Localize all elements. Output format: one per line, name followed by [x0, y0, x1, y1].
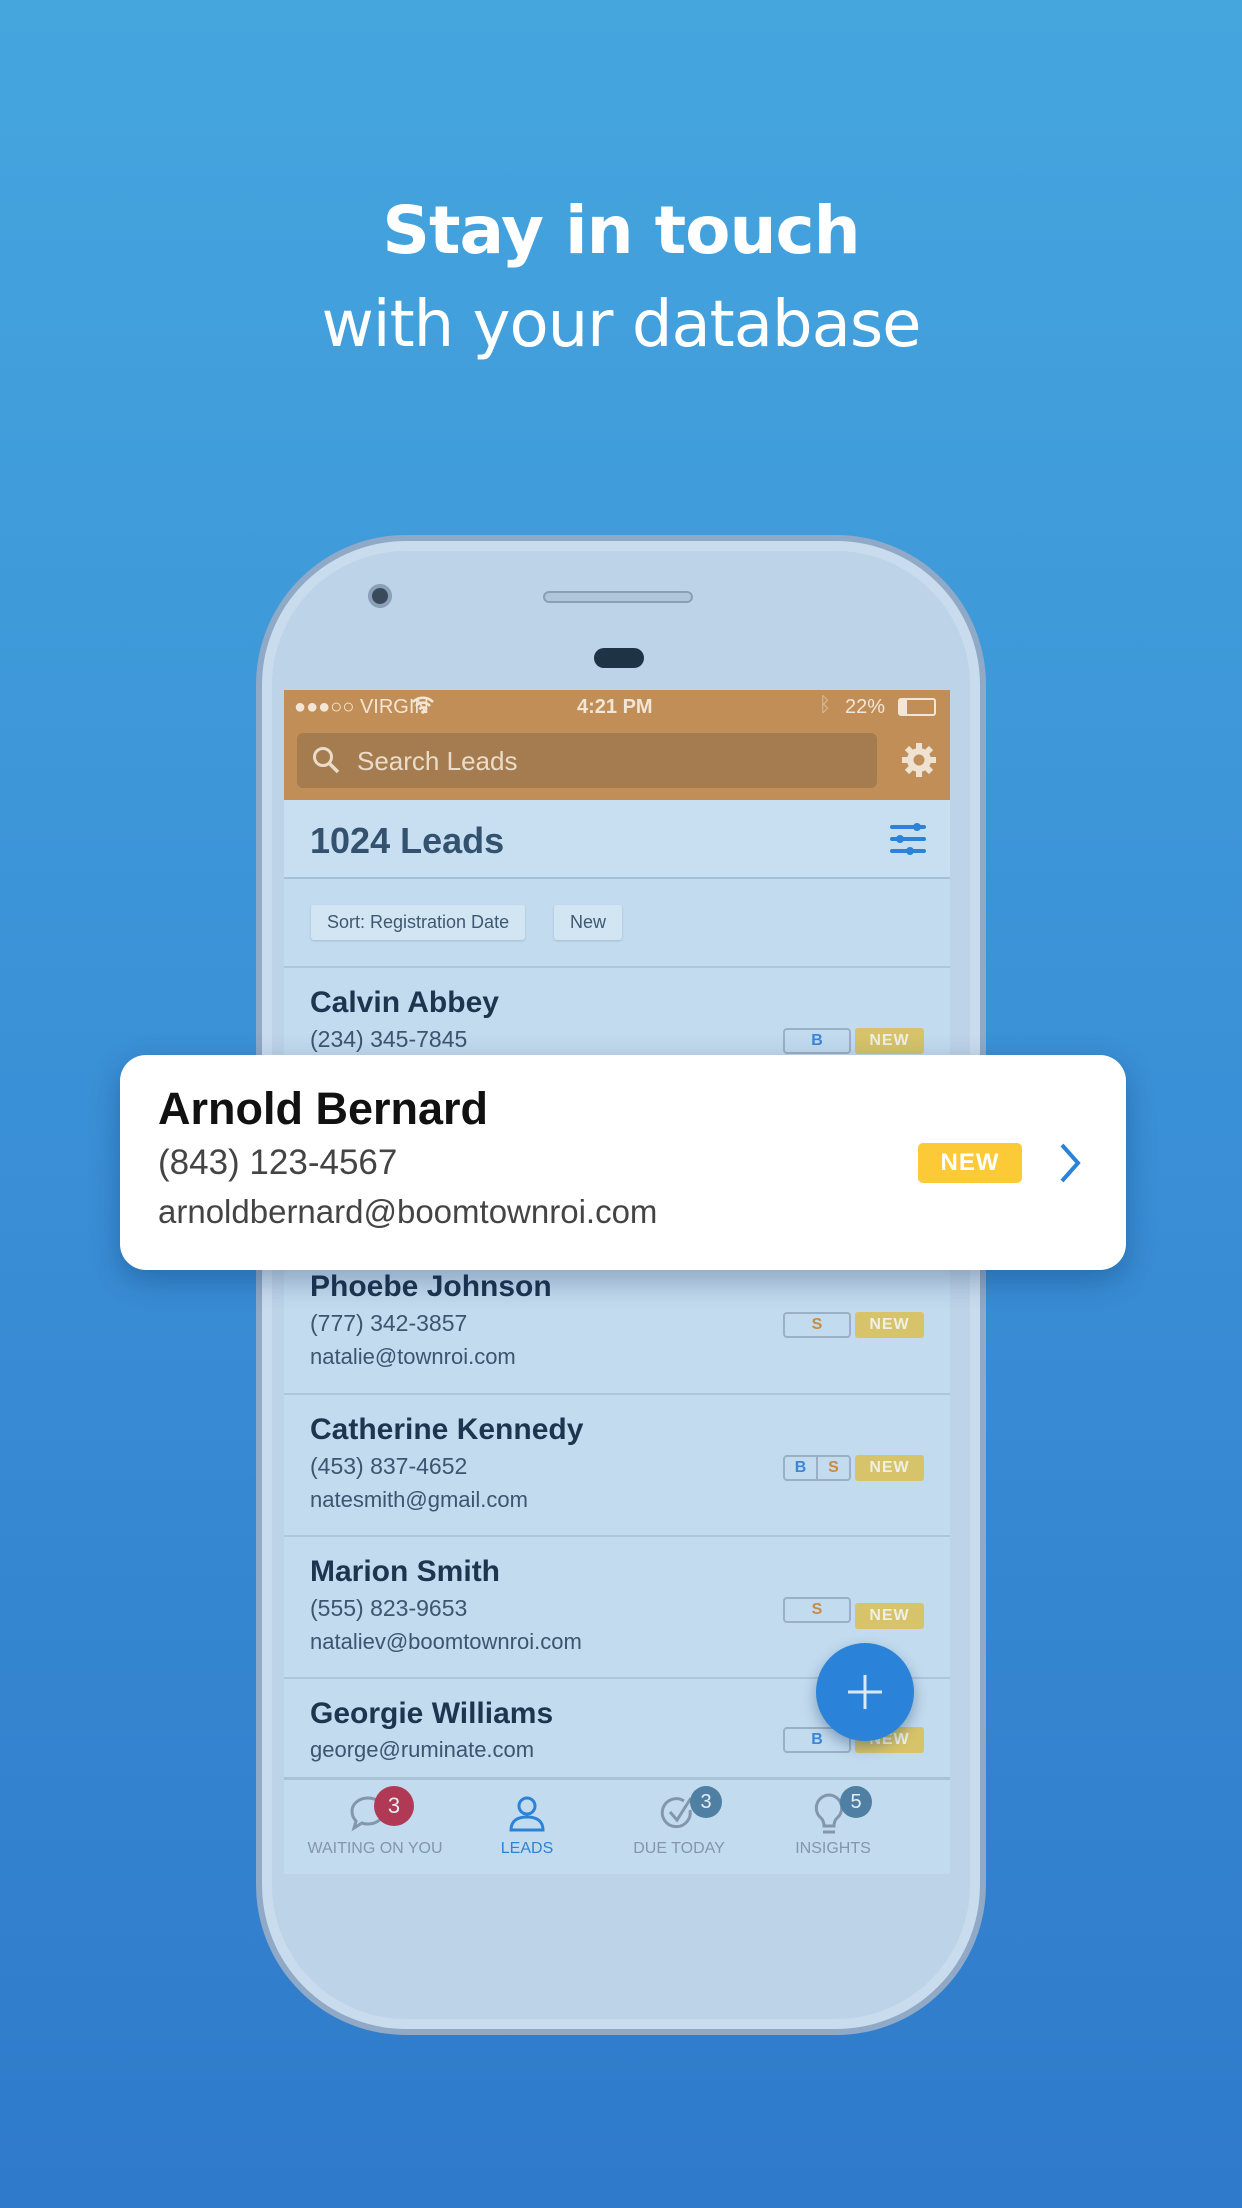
new-status-badge: NEW	[855, 1455, 924, 1481]
tab-label: INSIGHTS	[795, 1840, 871, 1857]
sort-chip[interactable]: Sort: Registration Date	[311, 905, 526, 940]
tab-label: WAITING ON YOU	[307, 1840, 443, 1857]
proximity-sensor	[594, 648, 644, 668]
tag-buyer: B	[785, 1457, 818, 1479]
search-input[interactable]: Search Leads	[297, 733, 877, 788]
lead-email: natalie@townroi.com	[310, 1344, 516, 1369]
tab-bar: 3 WAITING ON YOU LEADS 3 DUE TODAY 5 INS…	[284, 1777, 950, 1874]
card-lead-phone: (843) 123-4567	[158, 1143, 398, 1182]
wifi-icon	[412, 696, 434, 714]
due-today-badge: 3	[690, 1786, 722, 1818]
card-lead-email: arnoldbernard@boomtownroi.com	[158, 1193, 658, 1230]
tag-buyer: B	[811, 1032, 823, 1049]
lead-email: george@ruminate.com	[310, 1737, 535, 1762]
insights-badge: 5	[840, 1786, 872, 1818]
lead-email: natesmith@gmail.com	[310, 1487, 528, 1512]
tab-due-today[interactable]: 3 DUE TODAY	[596, 1780, 762, 1874]
lead-phone: (453) 837-4652	[310, 1453, 468, 1479]
add-lead-button[interactable]	[816, 1643, 914, 1741]
lead-name: Phoebe Johnson	[310, 1270, 552, 1303]
lead-row[interactable]: Phoebe Johnson (777) 342-3857 natalie@town…	[284, 1250, 950, 1392]
buyer-seller-tags: S	[783, 1597, 851, 1623]
buyer-seller-tags: BS	[783, 1455, 851, 1481]
lead-row[interactable]: Catherine Kennedy (453) 837-4652 natesmith…	[284, 1393, 950, 1535]
leads-count-title: 1024 Leads	[310, 820, 505, 861]
lead-phone: (777) 342-3857	[310, 1310, 468, 1336]
bluetooth-icon: ᛒ	[819, 694, 831, 716]
lead-phone: (234) 345-7845	[310, 1026, 468, 1052]
status-filter-chip[interactable]: New	[554, 905, 623, 940]
tab-waiting-on-you[interactable]: 3 WAITING ON YOU	[292, 1780, 458, 1874]
tab-label: LEADS	[500, 1840, 554, 1857]
lead-name: Catherine Kennedy	[310, 1413, 584, 1446]
tab-label: DUE TODAY	[633, 1840, 725, 1857]
new-status-badge: NEW	[855, 1028, 924, 1054]
lead-name: Georgie Williams	[310, 1697, 554, 1730]
gear-icon[interactable]	[900, 741, 938, 779]
tab-leads[interactable]: LEADS	[444, 1780, 610, 1874]
buyer-seller-tags: S	[783, 1312, 851, 1338]
new-status-badge: NEW	[855, 1312, 924, 1338]
plus-icon	[848, 1675, 882, 1709]
search-bar: Search Leads	[284, 725, 950, 800]
chevron-right-icon[interactable]	[1058, 1141, 1082, 1185]
headline-title: Stay in touch	[382, 192, 860, 269]
tag-seller: S	[811, 1316, 823, 1333]
battery-icon	[898, 698, 936, 716]
headline-subtitle: with your database	[321, 288, 921, 362]
lead-name: Calvin Abbey	[310, 986, 499, 1019]
tag-seller: S	[811, 1601, 823, 1618]
speaker-grille	[543, 591, 693, 603]
carrier: ●●●○○ VIRGIN	[294, 696, 429, 718]
highlighted-lead-card[interactable]: Arnold Bernard (843) 123-4567 arnoldbern…	[120, 1055, 1126, 1270]
tab-insights[interactable]: 5 INSIGHTS	[750, 1780, 916, 1874]
new-status-badge: NEW	[918, 1143, 1022, 1183]
new-status-badge: NEW	[855, 1603, 924, 1629]
lead-phone: (555) 823-9653	[310, 1595, 468, 1621]
status-bar: ●●●○○ VIRGIN 4:21 PM ᛒ 22%	[284, 690, 950, 725]
search-icon	[313, 747, 340, 774]
lead-email: nataliev@boomtownroi.com	[310, 1629, 582, 1654]
waiting-badge: 3	[374, 1786, 414, 1826]
search-placeholder: Search Leads	[357, 746, 518, 776]
buyer-seller-tags: B	[783, 1028, 851, 1054]
clock: 4:21 PM	[577, 696, 653, 718]
battery-percent: 22%	[845, 696, 886, 718]
card-lead-name: Arnold Bernard	[158, 1083, 489, 1134]
person-icon	[509, 1796, 545, 1832]
leads-header: 1024 Leads	[284, 800, 950, 879]
camera-icon	[368, 584, 392, 608]
filter-sliders-icon[interactable]	[890, 822, 926, 856]
lead-name: Marion Smith	[310, 1555, 501, 1588]
tag-seller: S	[828, 1459, 839, 1476]
